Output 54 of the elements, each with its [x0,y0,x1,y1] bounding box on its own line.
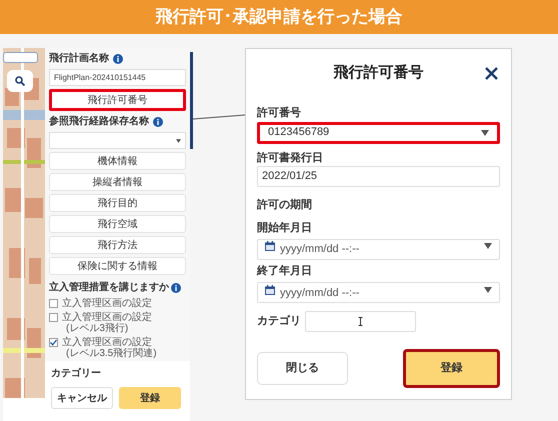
register-button[interactable]: 登録 [403,348,500,388]
caret-icon [484,243,492,249]
permit-number-select[interactable]: 0123456789 [257,122,500,144]
field-label: 立入管理措置を講じますか [49,280,169,295]
field-label: 許可番号 [257,106,302,121]
dialog-title: 飛行許可番号 [334,62,424,83]
checkbox-label: 立入管理区画の設定 [62,298,152,309]
info-icon [153,116,163,126]
caret-icon [481,130,489,136]
field-label: カテゴリ [257,314,301,329]
select-value: 0123456789 [268,125,330,140]
datetime-field[interactable]: yyyy/mm/dd --:-- [257,282,500,303]
caret-icon [484,286,492,292]
calendar-icon [265,241,275,251]
close-icon[interactable] [485,67,498,80]
search-button[interactable] [7,70,33,92]
permit-number-button[interactable]: 飛行許可番号 [49,89,186,111]
checkbox-note: (レベル3飛行) [65,323,130,334]
checkbox-label: 立入管理区画の設定 [62,312,152,323]
field-label: 開始年月日 [257,220,313,236]
checkbox-label: 立入管理区画の設定 [62,337,152,348]
search-icon [15,76,25,86]
section-button[interactable]: 保険に関する情報 [49,257,186,275]
register-button[interactable]: 登録 [119,387,181,409]
field-label: 終了年月日 [257,264,313,279]
datetime-field[interactable]: yyyy/mm/dd --:-- [257,238,500,260]
section-button[interactable]: 操縦者情報 [49,173,186,191]
section-button[interactable]: 飛行方法 [49,236,186,254]
info-icon [171,282,181,292]
checkbox[interactable] [49,313,58,322]
checkbox-note: (レベル3.5飛行関連) [65,348,157,359]
category-field[interactable] [305,310,416,332]
section-button[interactable]: 飛行目的 [49,194,186,212]
close-button[interactable]: 閉じる [257,352,348,384]
cancel-button[interactable]: キャンセル [51,387,113,409]
section-button[interactable]: 飛行空域 [49,215,186,233]
field-label: 飛行計画名称 [49,52,109,66]
plan-name-field[interactable]: FlightPlan-202410151445 [49,69,186,86]
checkbox[interactable] [49,299,58,308]
caret-icon [176,138,181,142]
check-icon [50,339,57,346]
section-button[interactable]: 機体情報 [49,152,186,170]
search-field[interactable] [3,52,38,63]
title-banner: 飛行許可･承認申請を行った場合 [0,0,558,34]
checkbox[interactable] [49,338,58,347]
info-icon [113,54,123,64]
leader-line [193,114,245,120]
issue-date-field[interactable]: 2022/01/25 [257,166,500,187]
field-label: 参照飛行経路保存名称 [49,114,149,129]
category-label: カテゴリー [51,366,102,381]
text-cursor-icon [358,316,363,326]
section-label: 許可の期間 [257,198,313,213]
calendar-icon [265,284,275,294]
field-label: 許可書発行日 [257,150,324,166]
